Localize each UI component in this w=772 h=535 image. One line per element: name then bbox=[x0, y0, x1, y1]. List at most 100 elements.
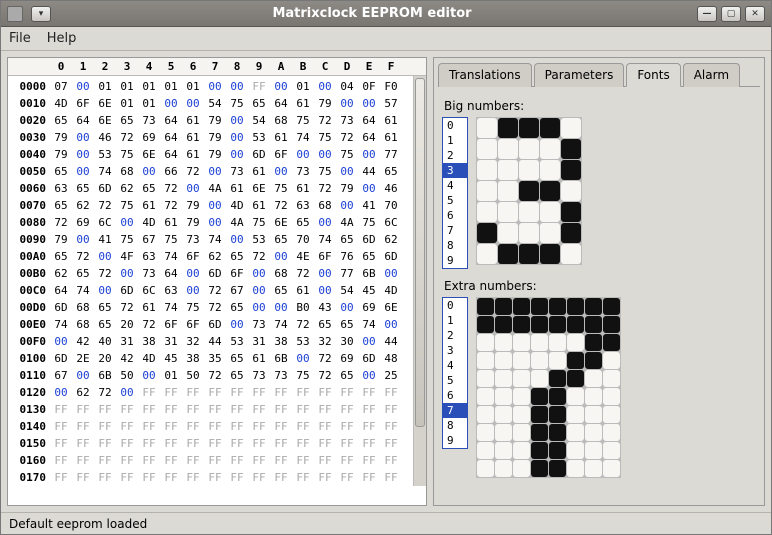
hex-cell[interactable]: 00 bbox=[116, 214, 138, 231]
hex-cell[interactable]: 00 bbox=[314, 78, 336, 95]
hex-cell[interactable]: 75 bbox=[182, 299, 204, 316]
hex-cell[interactable]: FF bbox=[182, 435, 204, 452]
hex-cell[interactable]: 68 bbox=[72, 316, 94, 333]
hex-row[interactable]: 008072696C004D6179004A756E65004A756C bbox=[8, 214, 411, 231]
big-number-grid[interactable] bbox=[476, 117, 582, 265]
pixel-cell[interactable] bbox=[477, 442, 494, 459]
hex-cell[interactable]: 00 bbox=[292, 350, 314, 367]
hex-cell[interactable]: 61 bbox=[160, 214, 182, 231]
pixel-cell[interactable] bbox=[513, 406, 530, 423]
pixel-cell[interactable] bbox=[540, 139, 560, 159]
pixel-cell[interactable] bbox=[531, 334, 548, 351]
hex-cell[interactable]: 75 bbox=[270, 180, 292, 197]
hex-cell[interactable]: 31 bbox=[248, 333, 270, 350]
hex-cell[interactable]: 07 bbox=[50, 78, 72, 95]
pixel-cell[interactable] bbox=[561, 139, 581, 159]
hex-cell[interactable]: 64 bbox=[358, 129, 380, 146]
hex-cell[interactable]: 65 bbox=[50, 163, 72, 180]
hex-cell[interactable]: 75 bbox=[314, 163, 336, 180]
hex-cell[interactable]: 04 bbox=[336, 78, 358, 95]
pixel-cell[interactable] bbox=[495, 352, 512, 369]
hex-row[interactable]: 005065007468006672007361007375004465 bbox=[8, 163, 411, 180]
pixel-cell[interactable] bbox=[561, 202, 581, 222]
pixel-cell[interactable] bbox=[495, 442, 512, 459]
hex-cell[interactable]: 6C bbox=[138, 282, 160, 299]
hex-cell[interactable]: 74 bbox=[270, 316, 292, 333]
pixel-cell[interactable] bbox=[603, 370, 620, 387]
hex-cell[interactable]: 41 bbox=[94, 231, 116, 248]
number-list-item[interactable]: 2 bbox=[443, 328, 467, 343]
hex-cell[interactable]: 69 bbox=[358, 299, 380, 316]
hex-cell[interactable]: 65 bbox=[50, 197, 72, 214]
hex-cell[interactable]: 65 bbox=[226, 248, 248, 265]
hex-row[interactable]: 00B0626572007364006D6F00687200776B00 bbox=[8, 265, 411, 282]
hex-cell[interactable]: 72 bbox=[204, 282, 226, 299]
hex-cell[interactable]: 00 bbox=[358, 367, 380, 384]
pixel-cell[interactable] bbox=[549, 370, 566, 387]
hex-cell[interactable]: 30 bbox=[336, 333, 358, 350]
hex-cell[interactable]: 00 bbox=[336, 299, 358, 316]
pixel-cell[interactable] bbox=[477, 118, 497, 138]
hex-cell[interactable]: 00 bbox=[182, 265, 204, 282]
hex-cell[interactable]: 72 bbox=[94, 197, 116, 214]
hex-cell[interactable]: 32 bbox=[314, 333, 336, 350]
hex-row[interactable]: 00F000424031383132445331385332300044 bbox=[8, 333, 411, 350]
hex-cell[interactable]: FF bbox=[292, 384, 314, 401]
hex-cell[interactable]: FF bbox=[358, 435, 380, 452]
number-list-item[interactable]: 8 bbox=[443, 238, 467, 253]
pixel-cell[interactable] bbox=[567, 460, 584, 477]
hex-cell[interactable]: FF bbox=[226, 452, 248, 469]
hex-cell[interactable]: 65 bbox=[336, 231, 358, 248]
tab-parameters[interactable]: Parameters bbox=[534, 63, 625, 87]
hex-cell[interactable]: FF bbox=[270, 452, 292, 469]
hex-cell[interactable]: 00 bbox=[226, 112, 248, 129]
pixel-cell[interactable] bbox=[498, 118, 518, 138]
pixel-cell[interactable] bbox=[477, 406, 494, 423]
hex-cell[interactable]: 43 bbox=[314, 299, 336, 316]
pixel-cell[interactable] bbox=[495, 298, 512, 315]
hex-cell[interactable]: 73 bbox=[138, 265, 160, 282]
pixel-cell[interactable] bbox=[477, 424, 494, 441]
hex-cell[interactable]: 70 bbox=[292, 231, 314, 248]
hex-cell[interactable]: 73 bbox=[182, 231, 204, 248]
hex-cell[interactable]: 00 bbox=[138, 163, 160, 180]
hex-cell[interactable]: FF bbox=[72, 418, 94, 435]
pixel-cell[interactable] bbox=[498, 244, 518, 264]
hex-cell[interactable]: 6D bbox=[204, 316, 226, 333]
pixel-cell[interactable] bbox=[603, 298, 620, 315]
hex-cell[interactable]: FF bbox=[182, 401, 204, 418]
pixel-cell[interactable] bbox=[540, 118, 560, 138]
pixel-cell[interactable] bbox=[561, 181, 581, 201]
hex-cell[interactable]: 65 bbox=[292, 214, 314, 231]
hex-cell[interactable]: 79 bbox=[204, 129, 226, 146]
pixel-cell[interactable] bbox=[531, 316, 548, 333]
pixel-cell[interactable] bbox=[513, 370, 530, 387]
hex-cell[interactable]: FF bbox=[116, 469, 138, 486]
hex-cell[interactable]: 65 bbox=[94, 316, 116, 333]
hex-cell[interactable]: 00 bbox=[358, 333, 380, 350]
hex-cell[interactable]: FF bbox=[160, 469, 182, 486]
hex-cell[interactable]: FF bbox=[226, 418, 248, 435]
hex-cell[interactable]: 00 bbox=[72, 129, 94, 146]
hex-cell[interactable]: 65 bbox=[138, 180, 160, 197]
hex-cell[interactable]: 72 bbox=[182, 163, 204, 180]
hex-cell[interactable]: 01 bbox=[160, 367, 182, 384]
extra-number-list[interactable]: 0123456789 bbox=[442, 297, 468, 449]
pixel-cell[interactable] bbox=[519, 244, 539, 264]
hex-cell[interactable]: 00 bbox=[292, 146, 314, 163]
hex-row[interactable]: 00A06572004F63746F626572004E6F76656D bbox=[8, 248, 411, 265]
hex-cell[interactable]: 61 bbox=[292, 95, 314, 112]
pixel-cell[interactable] bbox=[519, 139, 539, 159]
hex-cell[interactable]: 25 bbox=[380, 367, 402, 384]
hex-cell[interactable]: FF bbox=[270, 435, 292, 452]
hex-cell[interactable]: 00 bbox=[270, 299, 292, 316]
pixel-cell[interactable] bbox=[477, 181, 497, 201]
hex-cell[interactable]: 75 bbox=[116, 231, 138, 248]
hex-cell[interactable]: 73 bbox=[270, 367, 292, 384]
hex-cell[interactable]: 00 bbox=[270, 78, 292, 95]
hex-cell[interactable]: 62 bbox=[116, 180, 138, 197]
pixel-cell[interactable] bbox=[498, 223, 518, 243]
hex-cell[interactable]: FF bbox=[270, 401, 292, 418]
hex-cell[interactable]: 79 bbox=[50, 129, 72, 146]
hex-cell[interactable]: 6E bbox=[248, 180, 270, 197]
